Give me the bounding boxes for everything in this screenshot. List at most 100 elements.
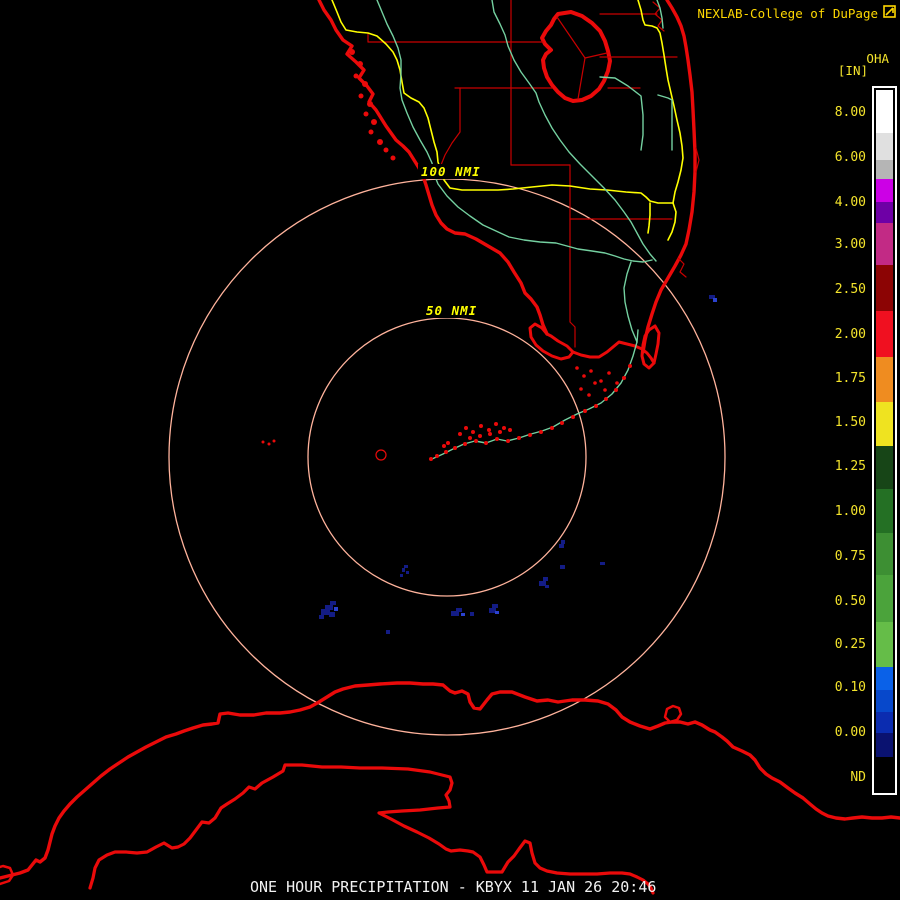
island-dot xyxy=(474,439,478,443)
road-us1-south xyxy=(667,202,677,241)
precip-echo xyxy=(495,611,499,614)
precip-echo xyxy=(561,540,565,544)
island-dot xyxy=(603,388,607,392)
island-dot xyxy=(478,434,482,438)
precip-echo xyxy=(559,544,564,548)
precip-echo xyxy=(713,298,717,302)
island-dot xyxy=(371,119,377,125)
island-dot xyxy=(615,381,619,385)
island-dot xyxy=(358,93,364,99)
island-dot xyxy=(589,369,593,373)
island-dot xyxy=(571,415,575,419)
precip-echo xyxy=(334,607,338,611)
lake-county-line-3 xyxy=(577,57,586,100)
island-dot xyxy=(435,454,439,458)
island-dot xyxy=(363,111,369,117)
precip-echo xyxy=(492,604,498,608)
island-dot xyxy=(508,428,512,432)
island-dot xyxy=(488,432,492,436)
range-ring-label-100nmi: 100 NMI xyxy=(418,164,484,179)
island-dot xyxy=(502,426,506,430)
units-label: [IN] xyxy=(837,63,868,78)
island-dot xyxy=(583,409,587,413)
island-dot xyxy=(444,450,448,454)
island-dot xyxy=(471,430,475,434)
island-dot xyxy=(579,387,583,391)
county-line-7 xyxy=(569,164,576,348)
range-ring-50-nmi xyxy=(307,317,587,597)
island-dot xyxy=(575,366,579,370)
island-dot xyxy=(550,426,554,430)
county-line-5 xyxy=(440,87,461,166)
brand-header: NEXLAB-College of DuPage xyxy=(697,5,896,21)
island-dot xyxy=(607,371,611,375)
island-dot xyxy=(453,446,457,450)
precip-echo xyxy=(543,577,548,581)
island-dot xyxy=(349,49,355,55)
precip-echo xyxy=(539,581,546,586)
island-dot xyxy=(487,428,491,432)
florida-east-coast xyxy=(641,0,697,354)
island-dot xyxy=(446,441,450,445)
product-caption: ONE HOUR PRECIPITATION - KBYX 11 JAN 26 … xyxy=(250,878,657,896)
precip-echo xyxy=(560,565,565,569)
teal-boundary-east-2 xyxy=(657,94,673,151)
island-dot xyxy=(390,155,396,161)
island-dot xyxy=(506,439,510,443)
island-dot xyxy=(622,376,626,380)
road-card-sound xyxy=(647,202,651,234)
precip-echo xyxy=(404,565,408,568)
cape-sable xyxy=(528,322,575,361)
island-ring xyxy=(375,449,387,461)
teal-boundary-west xyxy=(376,0,653,263)
island-dot xyxy=(517,436,521,440)
island-dot xyxy=(560,421,564,425)
island-dot xyxy=(628,364,632,368)
island-dot xyxy=(261,440,265,444)
island-dot xyxy=(458,432,462,436)
precip-echo xyxy=(545,585,549,588)
road-turnpike xyxy=(637,0,684,204)
island-dot xyxy=(495,437,499,441)
island-dot xyxy=(377,139,383,145)
precip-echo xyxy=(321,609,330,615)
island-dot xyxy=(528,433,532,437)
island-dot xyxy=(442,444,446,448)
island-dot xyxy=(353,73,359,79)
island-dot xyxy=(272,439,276,443)
precip-echo xyxy=(461,613,465,616)
island-dot xyxy=(367,101,373,107)
island-dot xyxy=(468,436,472,440)
precip-echo xyxy=(489,608,496,613)
precip-echo xyxy=(319,615,324,619)
island-dot xyxy=(429,457,433,461)
precip-echo xyxy=(402,568,405,572)
precip-echo xyxy=(400,574,403,577)
lake-county-line-1 xyxy=(556,16,586,59)
precip-echo xyxy=(330,601,336,605)
island-dot xyxy=(604,397,608,401)
product-code-label: OHA xyxy=(866,51,889,66)
island-dot xyxy=(357,61,363,67)
cuba-south-coast xyxy=(88,763,655,895)
island-dot xyxy=(587,393,591,397)
precip-echo xyxy=(329,612,335,617)
island-dot xyxy=(383,147,389,153)
precip-echo xyxy=(470,612,474,616)
island-dot xyxy=(267,442,271,446)
island-dot xyxy=(362,81,368,87)
precip-echo xyxy=(600,562,605,565)
island-dot xyxy=(494,422,498,426)
island-dot xyxy=(593,381,597,385)
range-ring-label-50nmi: 50 NMI xyxy=(423,303,481,318)
island-dot xyxy=(498,430,502,434)
island-dot xyxy=(594,404,598,408)
island-dot xyxy=(484,441,488,445)
island-dot xyxy=(464,426,468,430)
island-dot xyxy=(599,379,603,383)
legend-colorbar-frame xyxy=(872,86,897,795)
island-dot xyxy=(614,388,618,392)
precip-echo xyxy=(386,630,390,634)
brand-text: NEXLAB-College of DuPage xyxy=(697,5,878,21)
island-dot xyxy=(368,129,374,135)
